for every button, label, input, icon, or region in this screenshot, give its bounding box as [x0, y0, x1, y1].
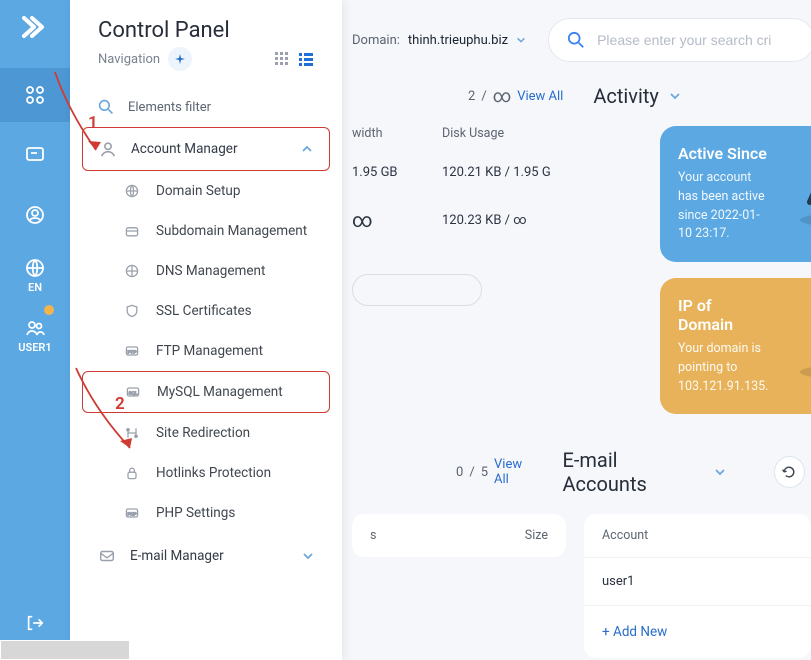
- annotation-2: 2: [115, 394, 125, 414]
- bottom-scrollbar-stub: [0, 640, 130, 660]
- annotation-1: 1: [88, 113, 98, 133]
